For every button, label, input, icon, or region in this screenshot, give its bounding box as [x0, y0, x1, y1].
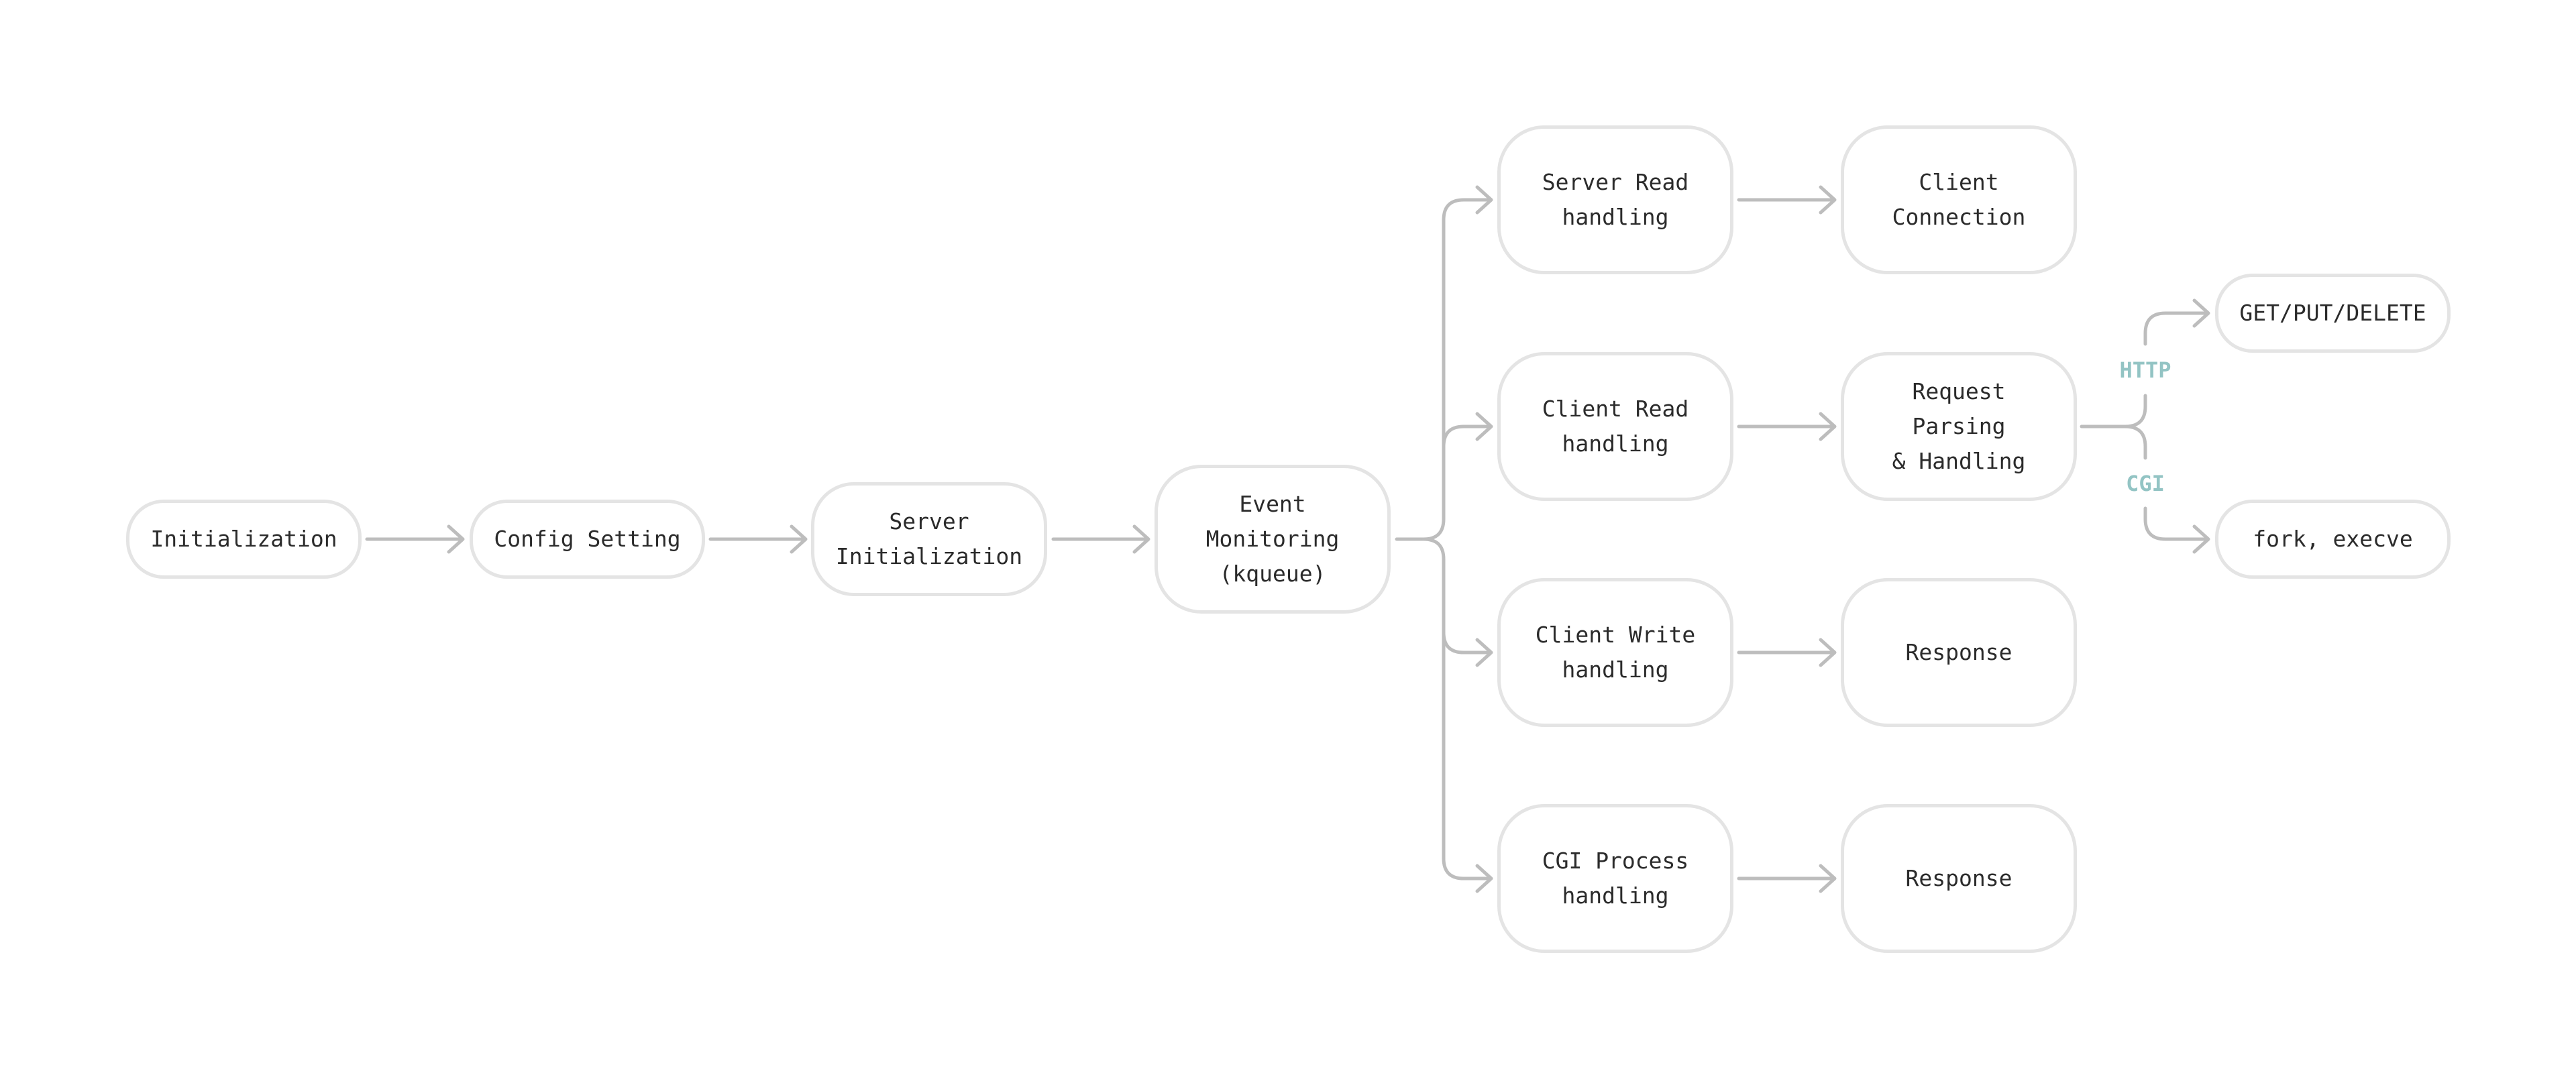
node-client-write-handling: Client Write handling — [1497, 578, 1733, 727]
edge-request-split — [2080, 394, 2147, 460]
node-response-write: Response — [1841, 578, 2077, 727]
edge-event-to-client-write — [1442, 630, 1493, 667]
edge-http-to-get-put-delete — [2143, 298, 2210, 346]
edge-server-init-to-event — [1051, 524, 1150, 554]
edge-cgi-to-fork-execve — [2143, 506, 2210, 554]
edge-event-branch-down — [1421, 537, 1493, 893]
edge-cgi-process-to-response — [1737, 864, 1837, 893]
branch-label-http: HTTP — [2119, 357, 2171, 383]
edge-event-to-client-read — [1442, 412, 1493, 449]
flowchart-diagram: Initialization Config Setting Server Ini… — [0, 0, 2576, 1079]
edge-client-read-to-request-parsing — [1737, 412, 1837, 441]
node-fork-execve: fork, execve — [2215, 500, 2451, 579]
node-server-read-handling: Server Read handling — [1497, 125, 1733, 274]
node-server-initialization: Server Initialization — [811, 482, 1047, 596]
node-get-put-delete: GET/PUT/DELETE — [2215, 274, 2451, 353]
node-event-monitoring: Event Monitoring (kqueue) — [1155, 465, 1391, 614]
node-cgi-process-handling: CGI Process handling — [1497, 804, 1733, 953]
edge-config-to-server-init — [708, 524, 808, 554]
node-request-parsing-handling: Request Parsing & Handling — [1841, 352, 2077, 501]
node-config-setting: Config Setting — [470, 500, 705, 579]
node-client-connection: Client Connection — [1841, 125, 2077, 274]
edge-initialization-to-config — [365, 524, 465, 554]
edge-server-read-to-client-connection — [1737, 185, 1837, 215]
node-client-read-handling: Client Read handling — [1497, 352, 1733, 501]
edge-event-branch-stem — [1395, 185, 1493, 541]
edge-client-write-to-response — [1737, 638, 1837, 667]
node-response-cgi: Response — [1841, 804, 2077, 953]
node-initialization: Initialization — [126, 500, 362, 579]
branch-label-cgi: CGI — [2126, 471, 2165, 496]
